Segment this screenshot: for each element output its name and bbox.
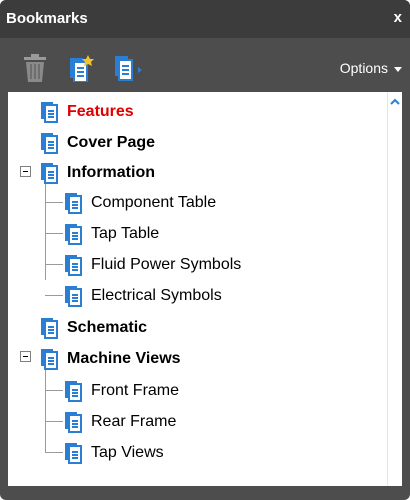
bookmark-label: Cover Page [67, 134, 156, 151]
expand-bookmark-icon [115, 56, 142, 81]
bookmark-page-icon [65, 412, 82, 433]
chevron-up-icon [390, 98, 400, 105]
bookmark-page-icon [41, 163, 58, 184]
bookmark-page-icon [65, 255, 82, 276]
bookmark-label: Rear Frame [91, 413, 177, 430]
bookmark-label: Features [67, 103, 134, 120]
bookmark-label: Information [67, 164, 155, 181]
scroll-up-button[interactable] [388, 95, 402, 109]
options-label: Options [339, 60, 388, 76]
bookmark-rear-frame[interactable]: Rear Frame [64, 409, 176, 435]
bookmarks-tree: Features Cover Page Information Componen… [8, 92, 387, 486]
bookmark-page-icon [65, 224, 82, 245]
expand-bookmark-button[interactable] [114, 54, 142, 82]
bookmark-label: Electrical Symbols [91, 287, 222, 304]
bookmark-label: Tap Views [91, 444, 164, 461]
bookmark-page-icon [41, 318, 58, 339]
delete-bookmark-button[interactable] [24, 54, 50, 82]
bookmark-features[interactable]: Features [40, 99, 134, 125]
bookmark-label: Tap Table [91, 225, 160, 242]
bookmarks-toolbar: Options [0, 38, 410, 92]
tree-connector [45, 421, 63, 422]
bookmark-page-icon [65, 443, 82, 464]
tree-connector [45, 390, 63, 391]
close-button[interactable]: x [394, 9, 402, 26]
bookmark-machine-views[interactable]: Machine Views [40, 346, 181, 372]
bookmark-page-icon [65, 286, 82, 307]
vertical-scrollbar[interactable] [387, 92, 402, 486]
tree-connector [45, 295, 63, 296]
bookmark-page-icon [41, 102, 58, 123]
bookmark-fluid-power-symbols[interactable]: Fluid Power Symbols [64, 252, 241, 278]
bookmark-schematic[interactable]: Schematic [40, 315, 147, 341]
panel-title: Bookmarks [6, 10, 88, 27]
bookmark-information[interactable]: Information [40, 160, 155, 186]
bookmark-front-frame[interactable]: Front Frame [64, 378, 179, 404]
bookmark-label: Fluid Power Symbols [91, 256, 242, 273]
bookmark-page-icon [65, 381, 82, 402]
bookmarks-panel: Bookmarks x Options Features Cover Page … [0, 0, 410, 500]
bookmark-cover-page[interactable]: Cover Page [40, 130, 155, 156]
tree-connector [45, 452, 63, 453]
bookmark-label: Schematic [67, 319, 148, 336]
bookmark-page-icon [41, 133, 58, 154]
bookmark-tap-views[interactable]: Tap Views [64, 440, 164, 466]
chevron-down-icon [394, 66, 402, 72]
new-bookmark-button[interactable] [68, 54, 94, 83]
bookmark-electrical-symbols[interactable]: Electrical Symbols [64, 283, 222, 309]
trash-icon [24, 54, 46, 82]
bookmark-label: Front Frame [91, 382, 180, 399]
bookmark-tap-table[interactable]: Tap Table [64, 221, 159, 247]
new-bookmark-icon [70, 55, 94, 83]
bookmark-component-table[interactable]: Component Table [64, 190, 216, 216]
bookmark-page-icon [65, 193, 82, 214]
options-menu-button[interactable]: Options [340, 60, 402, 76]
collapse-toggle-information[interactable] [20, 166, 31, 177]
collapse-toggle-machine-views[interactable] [20, 351, 31, 362]
tree-connector [45, 233, 63, 234]
bookmark-label: Machine Views [67, 350, 181, 367]
tree-connector [45, 264, 63, 265]
tree-connector [45, 202, 63, 203]
tree-connector [45, 366, 46, 453]
bookmark-page-icon [41, 349, 58, 370]
bookmark-label: Component Table [91, 194, 217, 211]
panel-titlebar: Bookmarks x [0, 0, 410, 38]
